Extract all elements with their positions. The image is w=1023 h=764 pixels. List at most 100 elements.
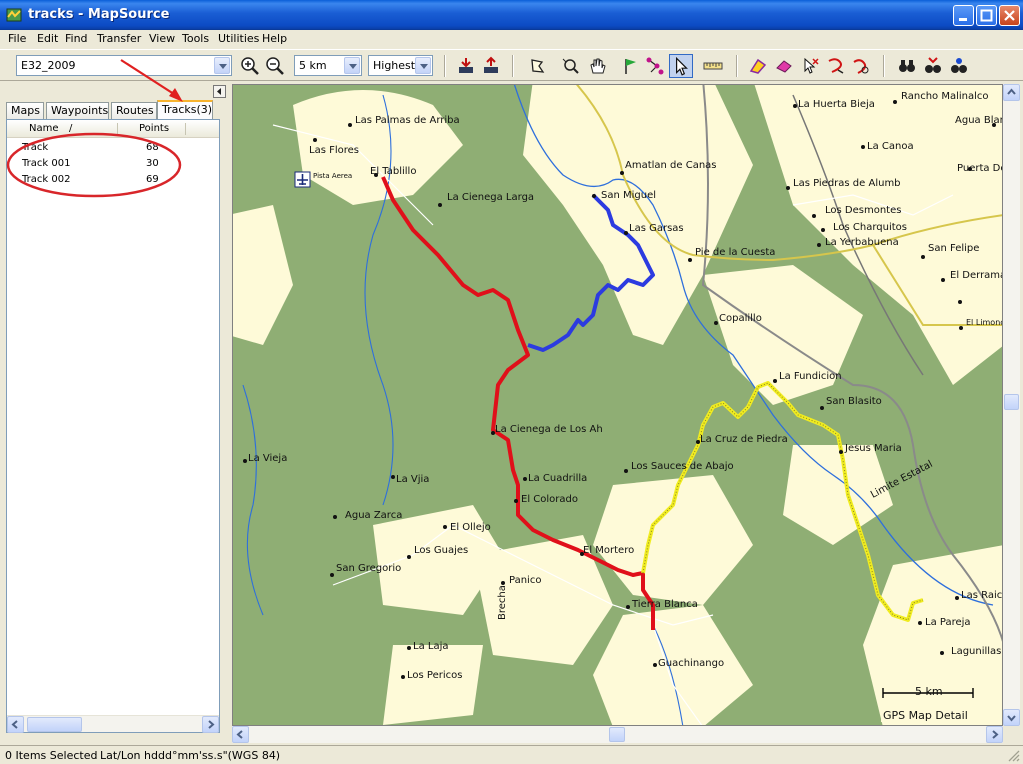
eraser-icon[interactable]	[774, 56, 794, 76]
minimize-icon	[959, 18, 967, 21]
scroll-left-button[interactable]	[7, 716, 24, 733]
detail-level-select[interactable]: Highest	[368, 55, 433, 76]
menu-utilities[interactable]: Utilities	[218, 32, 259, 45]
maximize-button[interactable]	[976, 5, 997, 26]
toolbar-separator	[512, 55, 514, 77]
panel-collapse-button[interactable]	[213, 85, 226, 98]
map-label: Pie de la Cuesta	[695, 247, 776, 258]
select-multiple-icon[interactable]	[800, 56, 820, 76]
scroll-thumb[interactable]	[1004, 394, 1019, 410]
selection-tool-icon[interactable]	[528, 56, 548, 76]
triangle-left-icon	[217, 88, 221, 95]
annotation-arrow	[120, 59, 183, 102]
map-label: Tierra Blanca	[632, 599, 698, 610]
map-label: La Fundicion	[779, 371, 842, 382]
waypoint-tool-icon[interactable]	[620, 56, 640, 76]
highlight-ellipse	[6, 132, 182, 198]
map-label: El Mortero	[583, 545, 635, 556]
detail-level-value: Highest	[373, 59, 416, 72]
map-label: Copalillo	[719, 313, 762, 324]
menu-find[interactable]: Find	[65, 32, 88, 45]
scroll-thumb[interactable]	[609, 727, 625, 742]
track-draw-icon[interactable]	[826, 56, 846, 76]
map-label: La Cienega Larga	[447, 192, 535, 203]
route-tool-icon[interactable]	[645, 56, 665, 76]
map-horizontal-scrollbar[interactable]	[232, 726, 1003, 743]
map-label: San Miguel	[601, 190, 657, 201]
zoom-scale-value: 5 km	[299, 59, 327, 72]
menu-file[interactable]: File	[8, 32, 26, 45]
map-label: Lagunillas	[951, 646, 1002, 657]
menu-tools[interactable]: Tools	[182, 32, 209, 45]
zoom-out-icon[interactable]	[265, 56, 285, 76]
measure-distance-icon[interactable]	[703, 56, 723, 76]
map-label: Las Raic	[961, 590, 1003, 601]
status-selection: 0 Items Selected	[5, 749, 98, 762]
scroll-right-button[interactable]	[202, 716, 219, 733]
map-label: Las Piedras de Alumb	[793, 178, 901, 189]
map-view[interactable]: Las Palmas de Arriba Las Flores Pista Ae…	[232, 84, 1003, 726]
scroll-up-button[interactable]	[1003, 84, 1020, 101]
scroll-right-button[interactable]	[986, 726, 1003, 743]
chevron-down-icon	[1007, 715, 1016, 722]
map-label: San Felipe	[928, 243, 980, 254]
minimize-button[interactable]	[953, 5, 974, 26]
scroll-left-button[interactable]	[232, 726, 249, 743]
menu-edit[interactable]: Edit	[37, 32, 58, 45]
list-horizontal-scrollbar[interactable]	[7, 715, 219, 733]
close-icon	[1004, 10, 1015, 21]
gps-map-detail-label: GPS Map Detail	[881, 709, 970, 722]
zoom-in-icon[interactable]	[240, 56, 260, 76]
receive-from-device-icon[interactable]	[456, 56, 476, 76]
tab-waypoints[interactable]: Waypoints	[46, 102, 109, 119]
map-label: Guachinango	[658, 658, 725, 669]
map-label: Brecha	[497, 585, 508, 620]
menu-transfer[interactable]: Transfer	[97, 32, 141, 45]
send-to-device-icon[interactable]	[481, 56, 501, 76]
map-label: Los Desmontes	[825, 205, 902, 216]
column-divider	[185, 123, 186, 135]
track-divide-icon[interactable]	[851, 56, 871, 76]
map-label: Rancho Malinalco	[901, 91, 989, 102]
waypoint-properties-icon[interactable]	[748, 56, 768, 76]
chevron-left-icon	[11, 720, 18, 729]
zoom-scale-select[interactable]: 5 km	[294, 55, 362, 76]
map-label: Jesus Maria	[845, 443, 902, 454]
chevron-down-icon	[214, 57, 230, 74]
map-label: Puerta Del C	[957, 163, 1002, 174]
chevron-left-icon	[236, 730, 243, 739]
tracks-list[interactable]: Name / Points Track 68 Track 001 30 Trac…	[6, 119, 220, 733]
map-label: Los Guajes	[414, 545, 469, 556]
status-coord-format: Lat/Lon hddd°mm'ss.s"(WGS 84)	[100, 749, 281, 762]
map-label: Las Palmas de Arriba	[355, 115, 460, 126]
find-nearest-icon[interactable]	[949, 56, 969, 76]
left-panel: Maps Waypoints Routes Tracks(3) Name / P…	[0, 82, 230, 744]
map-vertical-scrollbar[interactable]	[1003, 84, 1020, 726]
hand-pan-icon[interactable]	[587, 56, 607, 76]
menu-help[interactable]: Help	[262, 32, 287, 45]
tab-maps[interactable]: Maps	[6, 102, 44, 119]
map-label: La Laja	[413, 641, 449, 652]
find-binoculars-icon[interactable]	[897, 56, 917, 76]
map-label: Panico	[509, 575, 542, 586]
scroll-down-button[interactable]	[1003, 709, 1020, 726]
resize-grip-icon[interactable]	[1007, 749, 1020, 762]
chevron-down-icon	[344, 57, 360, 74]
scroll-thumb[interactable]	[27, 717, 82, 732]
map-label: Los Pericos	[407, 670, 463, 681]
map-label: Pista Aerea	[313, 172, 353, 180]
close-button[interactable]	[999, 5, 1020, 26]
map-label: La Cuadrilla	[528, 473, 588, 484]
pointer-tool-button[interactable]	[669, 54, 693, 78]
status-bar: 0 Items Selected Lat/Lon hddd°mm'ss.s"(W…	[0, 745, 1023, 764]
mapsource-app-icon	[6, 8, 22, 22]
chevron-down-icon	[415, 57, 431, 74]
map-label: La Vieja	[248, 453, 288, 464]
map-label: La Vjia	[396, 474, 430, 485]
find-places-icon[interactable]	[923, 56, 943, 76]
map-label: Amatlan de Canas	[625, 160, 717, 171]
map-label: La Huerta Bieja	[798, 99, 875, 110]
zoom-tool-icon[interactable]	[560, 56, 580, 76]
window-title: tracks - MapSource	[28, 7, 170, 22]
menu-view[interactable]: View	[149, 32, 175, 45]
